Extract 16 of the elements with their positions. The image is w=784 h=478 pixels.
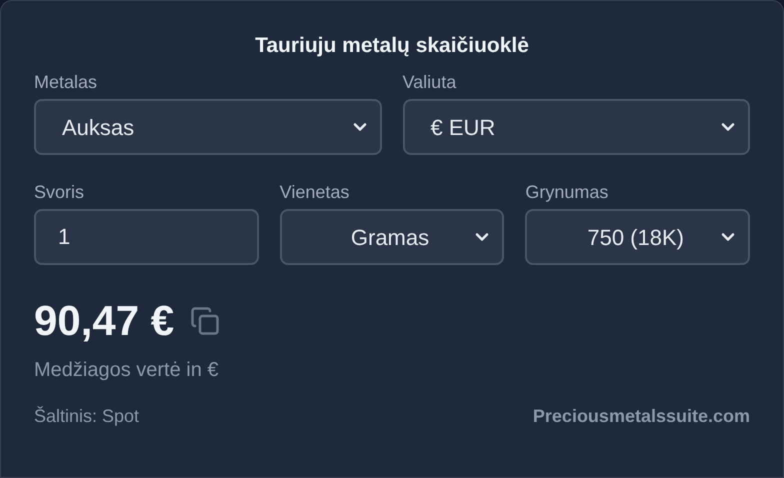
copy-icon[interactable] [190,306,220,336]
result-value: 90,47 € [34,296,174,346]
field-label: Vienetas [280,181,350,203]
select-dropdown[interactable]: € EUR [402,99,750,155]
card-title: Tauriuju metalų skaičiuoklė [254,33,530,59]
select-dropdown[interactable]: Auksas [34,99,382,155]
source-label: Šaltinis: Spot [34,405,140,428]
field-label: Valiuta [402,71,458,93]
field-label: Metalas [34,71,98,93]
result-caption: Medžiagos vertė in € [34,358,220,383]
weight-field[interactable]: 1 [34,209,259,265]
field-label: Grynumas [525,181,610,203]
field-label: Svoris [34,181,86,203]
site-link[interactable]: Preciousmetalssuite.com [532,403,750,430]
select-dropdown[interactable]: 750 (18K) [525,209,750,265]
select-dropdown[interactable]: Gramas [280,209,504,265]
